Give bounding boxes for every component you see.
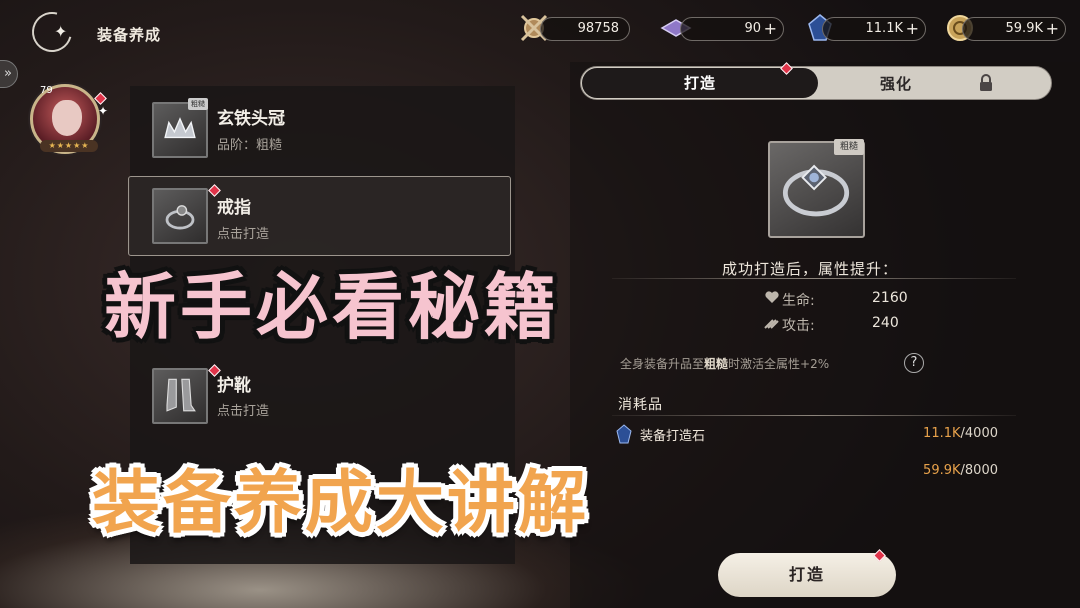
item-status-boots: 点击打造 (217, 404, 270, 419)
item-name-ring: 戒指 (217, 198, 251, 218)
selected-ring-preview (768, 141, 865, 238)
stat-label-hp: 生命: (782, 293, 815, 309)
attack-icon (764, 319, 779, 329)
set-note-prefix: 全身装备升品至 (620, 357, 705, 371)
bonus-title: 成功打造后，属性提升： (722, 260, 899, 278)
power-value: 98758 (577, 21, 619, 36)
item-name-crown: 玄铁头冠 (217, 109, 285, 129)
item-name-boots: 护靴 (217, 376, 251, 396)
forging-stone-plus-button[interactable]: + (906, 19, 919, 38)
crystal-counter: 90 + (680, 17, 784, 41)
help-icon[interactable]: ? (904, 353, 924, 373)
power-counter: 98758 (540, 17, 630, 41)
forging-stone-counter: 11.1K + (822, 17, 926, 41)
gold-plus-button[interactable]: + (1046, 19, 1059, 38)
side-menu-toggle-icon[interactable]: » (0, 60, 18, 88)
divider (612, 415, 1016, 416)
caption-bottom: 装备养成大讲解 (92, 464, 590, 543)
consumable-row: 59.9K/8000 (612, 459, 1012, 485)
ring-slot[interactable] (152, 188, 208, 244)
crystal-value: 90 (744, 21, 761, 36)
consumables-title: 消耗品 (618, 397, 663, 413)
heart-icon (765, 291, 779, 303)
quality-tag: 粗糙 (188, 98, 208, 110)
consumable-need: /8000 (960, 463, 998, 478)
consumable-have: 59.9K (923, 463, 961, 478)
stat-value-hp: 2160 (872, 290, 908, 306)
quality-tag: 粗糙 (834, 139, 864, 155)
item-status-ring: 点击打造 (217, 227, 270, 242)
crown-icon (164, 117, 196, 139)
character-level: 79 (40, 85, 53, 96)
consumable-have: 11.1K (923, 426, 961, 441)
gold-value: 59.9K (1005, 21, 1043, 36)
forge-button[interactable]: 打造 (718, 553, 896, 597)
boots-slot[interactable] (152, 368, 208, 424)
star-icon: ✦ (54, 22, 68, 41)
sparkle-icon: ✦ (98, 104, 109, 118)
consumable-need: /4000 (960, 426, 998, 441)
set-bonus-note: 全身装备升品至粗糙时激活全属性+2% (620, 355, 829, 372)
tab-forge[interactable]: 打造 (582, 68, 818, 98)
boots-icon (166, 378, 196, 412)
set-note-quality: 粗糙 (704, 357, 729, 371)
lock-icon (980, 74, 992, 91)
blue-forging-stone-icon (616, 424, 632, 444)
character-portrait (52, 100, 82, 136)
set-note-suffix: 时激活全属性+2% (728, 357, 830, 371)
page-title: 装备养成 (97, 26, 162, 44)
ring-icon (165, 205, 195, 230)
tab-enhance[interactable]: 强化 (880, 73, 912, 94)
gold-counter: 59.9K + (962, 17, 1066, 41)
consumable-row: 装备打造石 11.1K/4000 (612, 422, 1012, 448)
forging-stone-value: 11.1K (865, 21, 903, 36)
crown-slot[interactable] (152, 102, 208, 158)
crystal-plus-button[interactable]: + (764, 19, 777, 38)
stat-label-attack: 攻击: (782, 318, 815, 334)
consumable-amount: 11.1K/4000 (923, 426, 998, 441)
consumable-amount: 59.9K/8000 (923, 463, 998, 478)
star-rating: ★★★★★ (40, 140, 98, 152)
consumable-name: 装备打造石 (640, 429, 706, 444)
stat-value-attack: 240 (872, 315, 899, 331)
caption-top: 新手必看秘籍 (104, 265, 561, 349)
item-quality-crown: 品阶：粗糙 (217, 138, 283, 153)
ring-icon (782, 164, 850, 217)
